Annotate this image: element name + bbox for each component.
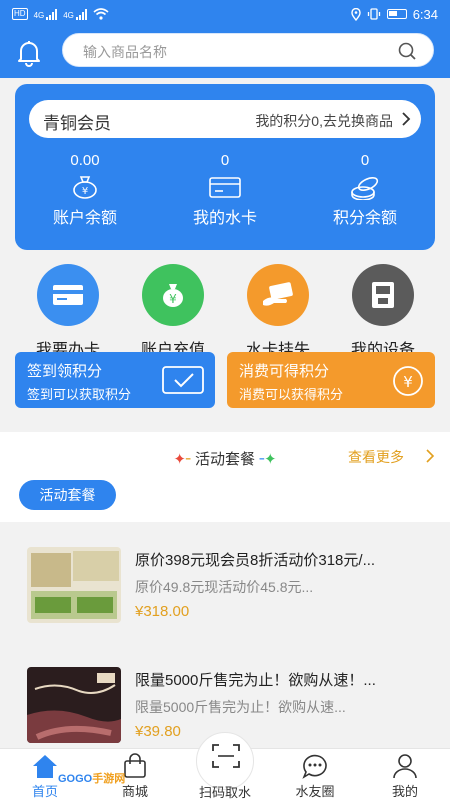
- product-name: 原价398元现会员8折活动价318元/...: [135, 552, 376, 569]
- stat-points-balance[interactable]: 0 积分余额: [305, 152, 425, 228]
- quick-apply-card[interactable]: 我要办卡: [13, 264, 123, 360]
- product-card[interactable]: 原价398元现会员8折活动价318元/... 原价49.8元现活动价45.8元.…: [15, 535, 435, 635]
- bell-icon[interactable]: [12, 36, 46, 70]
- svg-text:¥: ¥: [82, 186, 88, 197]
- card-icon: [209, 177, 241, 198]
- sparkle-icon: ✦: [264, 451, 277, 468]
- quick-report-loss[interactable]: 水卡挂失: [223, 264, 333, 360]
- spend-points-card[interactable]: 消费可得积分 消费可以获得积分 ¥: [227, 352, 435, 408]
- hand-card-icon: [247, 264, 309, 326]
- promo-title: 消费可得积分: [239, 363, 330, 380]
- activity-package-tab[interactable]: 活动套餐: [19, 480, 116, 510]
- product-image: [27, 667, 121, 743]
- search-placeholder: 输入商品名称: [83, 44, 167, 60]
- scan-icon: [212, 744, 240, 768]
- status-bar: HD 4G 4G 6:34: [0, 0, 450, 28]
- stat-water-card[interactable]: 0 我的水卡: [165, 152, 285, 228]
- quick-my-devices[interactable]: 我的设备: [328, 264, 438, 360]
- checkin-points-card[interactable]: 签到领积分 签到可以获取积分: [15, 352, 215, 408]
- view-more-link[interactable]: 查看更多: [348, 447, 404, 467]
- search-input[interactable]: 输入商品名称: [62, 33, 434, 67]
- search-icon[interactable]: [397, 41, 417, 61]
- clock-time: 6:34: [412, 6, 438, 22]
- stat-value: 0: [220, 152, 230, 169]
- tab-label: 我的: [391, 784, 418, 799]
- money-bag-icon: ¥: [73, 176, 97, 199]
- watermark-logo: GOGO手游网: [58, 773, 126, 785]
- product-name: 限量5000斤售完为止！欲购从速！...: [135, 672, 376, 689]
- promo-subtitle: 签到可以获取积分: [27, 387, 132, 402]
- app-header: 输入商品名称: [0, 28, 450, 78]
- promo-title: 签到领积分: [27, 363, 103, 380]
- product-price: ¥318.00: [135, 603, 190, 620]
- hd-badge: HD: [12, 8, 28, 20]
- person-icon: [393, 754, 417, 779]
- location-icon: [350, 7, 361, 21]
- tab-water-friends[interactable]: 水友圈: [270, 749, 360, 800]
- stat-label: 积分余额: [332, 210, 397, 227]
- quick-recharge[interactable]: ¥ 账户充值: [118, 264, 228, 360]
- money-bag-icon: ¥: [142, 264, 204, 326]
- tab-mine[interactable]: 我的: [360, 749, 450, 800]
- yuan-coin-icon: ¥: [393, 366, 423, 396]
- promo-subtitle: 消费可以获得积分: [239, 387, 344, 402]
- chevron-right-icon: [402, 112, 411, 126]
- tab-label: 水友圈: [295, 784, 335, 799]
- card-icon: [37, 264, 99, 326]
- product-image: [27, 547, 121, 623]
- sparkle-icon: ✦: [173, 451, 186, 468]
- points-exchange-link[interactable]: 我的积分0,去兑换商品: [255, 111, 393, 131]
- battery-icon: [386, 9, 407, 19]
- signal-icon: 4G: [63, 8, 87, 20]
- home-icon: [33, 755, 57, 778]
- product-desc: 原价49.8元现活动价45.8元...: [135, 579, 314, 595]
- member-level: 青铜会员: [43, 114, 111, 133]
- member-bar[interactable]: 青铜会员 我的积分0,去兑换商品: [29, 100, 421, 138]
- chat-icon: [302, 754, 327, 779]
- stat-value: 0.00: [70, 152, 100, 169]
- product-desc: 限量5000斤售完为止！欲购从速...: [135, 699, 346, 715]
- account-card: 青铜会员 我的积分0,去兑换商品 0.00 ¥ 账户余额 0 我的水卡 0 积分…: [15, 84, 435, 250]
- device-icon: [352, 264, 414, 326]
- tab-scan-label: 扫码取水: [198, 785, 251, 800]
- stat-label: 我的水卡: [192, 210, 257, 227]
- chevron-right-icon[interactable]: [425, 449, 435, 463]
- signal-icon: 4G: [34, 8, 58, 20]
- checkin-icon: [162, 366, 204, 394]
- stat-account-balance[interactable]: 0.00 ¥ 账户余额: [25, 152, 145, 228]
- product-price: ¥39.80: [135, 723, 181, 740]
- wifi-icon: [93, 8, 109, 20]
- vibrate-icon: [367, 8, 380, 20]
- stat-label: 账户余额: [52, 210, 117, 227]
- svg-text:¥: ¥: [403, 373, 413, 391]
- stat-value: 0: [360, 152, 370, 169]
- coins-icon: [351, 177, 379, 200]
- svg-text:¥: ¥: [169, 292, 177, 306]
